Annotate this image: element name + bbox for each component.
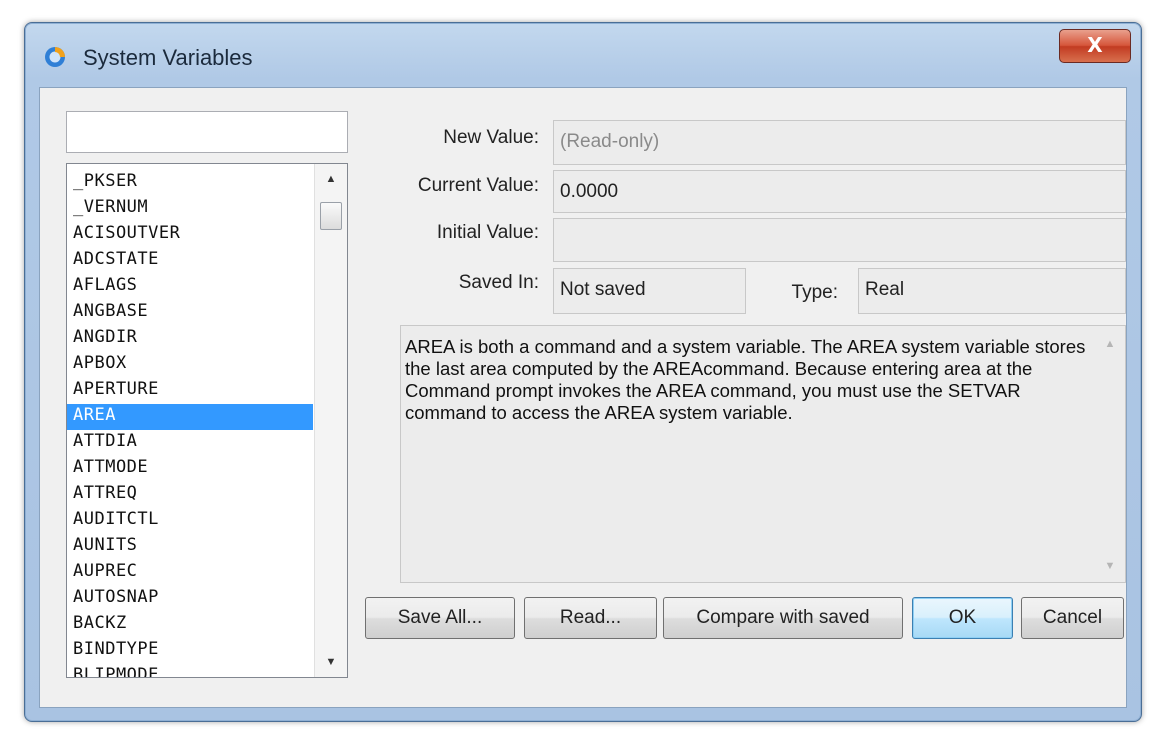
variable-list-item[interactable]: AUPREC (67, 560, 313, 586)
new-value-field: (Read-only) (553, 120, 1126, 165)
description-text: AREA is both a command and a system vari… (405, 336, 1086, 423)
variable-list-item[interactable]: _VERNUM (67, 196, 313, 222)
variable-search-input[interactable] (66, 111, 348, 153)
description-scrollbar[interactable]: ▲ ▼ (1095, 326, 1125, 582)
saved-in-label: Saved In: (458, 272, 539, 293)
scroll-up-arrow-icon[interactable]: ▲ (315, 166, 347, 192)
initial-value-label: Initial Value: (436, 222, 539, 243)
variable-list-item[interactable]: BLIPMODE (67, 664, 313, 677)
new-value-label: New Value: (443, 127, 539, 148)
variable-list-item[interactable]: APERTURE (67, 378, 313, 404)
scroll-thumb[interactable] (320, 202, 342, 230)
variable-list-scrollbar[interactable]: ▲ ▼ (314, 164, 347, 677)
variable-list-items: _PKSER _VERNUM ACISOUTVER ADCSTATE AFLAGS ANG… (67, 164, 313, 677)
close-button[interactable]: X (1059, 29, 1131, 63)
variable-list-item[interactable]: ACISOUTVER (67, 222, 313, 248)
read-button[interactable]: Read... (524, 597, 657, 639)
description-scroll-down-icon[interactable]: ▼ (1095, 560, 1125, 572)
variable-list-item[interactable]: ADCSTATE (67, 248, 313, 274)
type-label: Type: (791, 282, 838, 303)
variable-list-item[interactable]: AUDITCTL (67, 508, 313, 534)
variable-list[interactable]: _PKSER _VERNUM ACISOUTVER ADCSTATE AFLAGS ANG… (66, 163, 348, 678)
description-box[interactable]: AREA is both a command and a system vari… (400, 325, 1126, 583)
system-variables-dialog: System Variables X _PKSER _VERNUM ACISOUTV… (24, 22, 1142, 722)
window-title: System Variables (83, 45, 253, 70)
variable-list-item[interactable]: AUTOSNAP (67, 586, 313, 612)
variable-list-item[interactable]: AUNITS (67, 534, 313, 560)
scroll-down-arrow-icon[interactable]: ▼ (315, 649, 347, 675)
initial-value-field (553, 218, 1126, 262)
variable-list-item[interactable]: BINDTYPE (67, 638, 313, 664)
type-field: Real (858, 268, 1126, 314)
variable-list-item[interactable]: ANGBASE (67, 300, 313, 326)
variable-list-item[interactable]: ATTMODE (67, 456, 313, 482)
title-bar[interactable]: System Variables X (25, 23, 1141, 85)
dialog-body: _PKSER _VERNUM ACISOUTVER ADCSTATE AFLAGS ANG… (39, 87, 1127, 708)
variable-list-item[interactable]: AFLAGS (67, 274, 313, 300)
save-all-button[interactable]: Save All... (365, 597, 515, 639)
ok-button[interactable]: OK (912, 597, 1013, 639)
variable-list-item[interactable]: BACKZ (67, 612, 313, 638)
description-scroll-up-icon[interactable]: ▲ (1095, 338, 1125, 350)
cancel-button[interactable]: Cancel (1021, 597, 1124, 639)
compare-with-saved-button[interactable]: Compare with saved (663, 597, 903, 639)
variable-list-item[interactable]: APBOX (67, 352, 313, 378)
variable-list-item[interactable]: ATTREQ (67, 482, 313, 508)
variable-list-item[interactable]: ATTDIA (67, 430, 313, 456)
variable-list-item[interactable]: AREA (67, 404, 313, 430)
current-value-label: Current Value: (417, 175, 539, 196)
app-logo-icon (45, 47, 65, 67)
variable-list-item[interactable]: _PKSER (67, 164, 313, 196)
saved-in-field: Not saved (553, 268, 746, 314)
current-value-field: 0.0000 (553, 170, 1126, 213)
variable-list-item[interactable]: ANGDIR (67, 326, 313, 352)
